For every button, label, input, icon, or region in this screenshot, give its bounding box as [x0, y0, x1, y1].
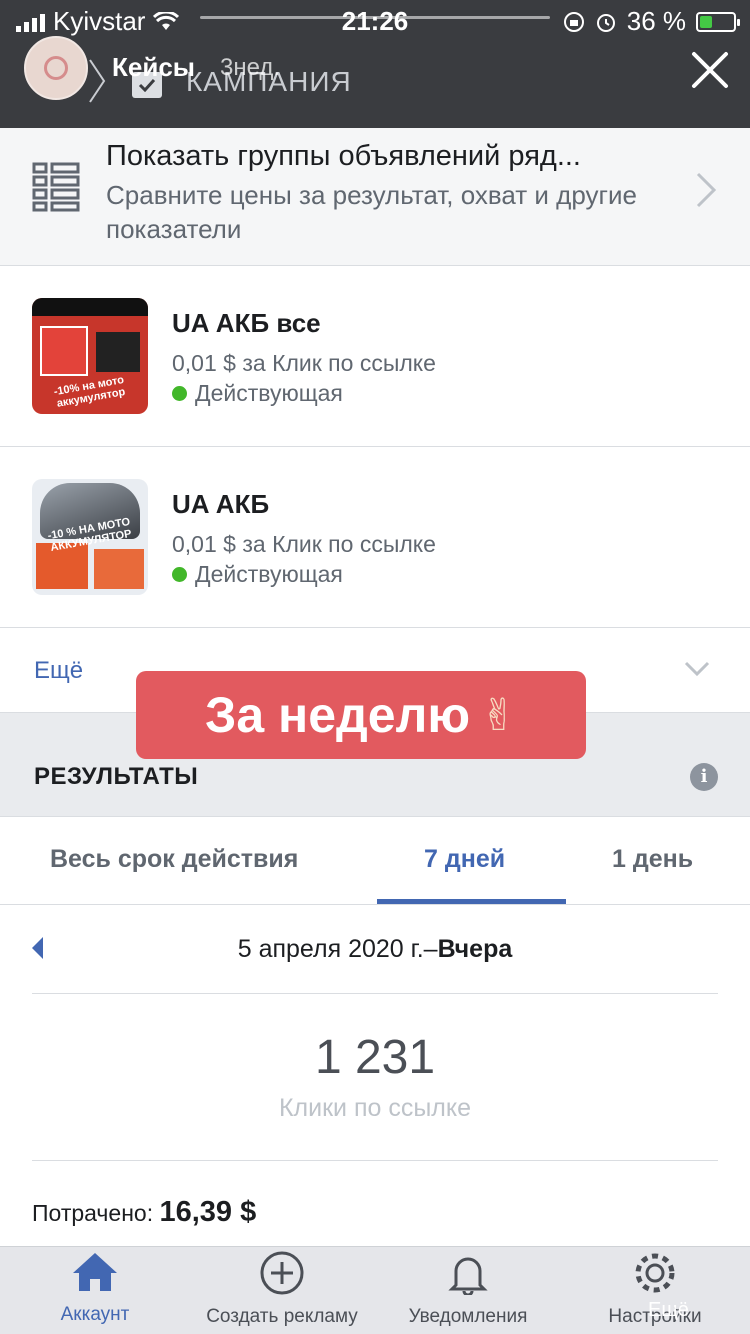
chevron-right-icon [89, 59, 106, 103]
thumbnail-promo-text: -10% на мото аккумулятор [52, 374, 127, 410]
compare-subtitle: Сравните цены за результат, охват и друг… [106, 180, 637, 244]
ad-row[interactable]: -10% на мото аккумулятор UA АКБ все 0,01… [0, 266, 750, 447]
bottom-tab-bar: Аккаунт Создать рекламу Уведомления Наст… [0, 1246, 750, 1334]
story-header: Kyivstar 21:26 36 % КАМПАНИЯ Кейсы 3нед. [0, 0, 750, 128]
story-sticker: За неделю ✌ [136, 671, 586, 759]
tab-notifications-label: Уведомления [408, 1306, 528, 1327]
victory-hand-icon: ✌ [480, 689, 517, 741]
tab-7-days[interactable]: 7 дней [424, 845, 505, 874]
date-range-text: 5 апреля 2020 г.–Вчера [32, 935, 718, 964]
status-bar: Kyivstar 21:26 36 % [0, 0, 750, 40]
more-link[interactable]: Ещё [34, 657, 83, 685]
compare-title: Показать группы объявлений ряд... [106, 140, 581, 172]
tab-1-day[interactable]: 1 день [612, 845, 693, 874]
story-title: Кейсы [112, 52, 195, 82]
ad-status-label: Действующая [195, 561, 343, 587]
info-icon[interactable]: i [690, 763, 718, 791]
date-range-row: 5 апреля 2020 г.–Вчера [32, 905, 718, 994]
chevron-down-icon[interactable] [684, 661, 710, 677]
metric-value: 1 231 [314, 1031, 436, 1084]
rotation-lock-icon [563, 11, 584, 32]
ad-row[interactable]: -10 % НА МОТО АККУМУЛЯТОР UA АКБ 0,01 $ … [0, 447, 750, 628]
sticker-text: За неделю [205, 687, 471, 743]
ad-status: Действующая [172, 380, 343, 407]
ad-thumbnail: -10% на мото аккумулятор [32, 298, 148, 414]
metric-label: Клики по ссылке [278, 1094, 472, 1122]
tab-lifetime[interactable]: Весь срок действия [50, 845, 298, 874]
battery-icon [696, 11, 740, 32]
ad-name: UA АКБ [172, 489, 270, 519]
bell-icon [448, 1257, 488, 1297]
avatar[interactable] [24, 36, 88, 100]
ad-price: 0,01 $ за Клик по ссылке [172, 531, 436, 557]
ad-thumbnail: -10 % НА МОТО АККУМУЛЯТОР [32, 479, 148, 595]
divider [32, 1160, 718, 1161]
close-icon[interactable] [688, 48, 732, 92]
alarm-icon [596, 13, 615, 32]
home-icon [73, 1253, 117, 1291]
gear-icon [635, 1253, 675, 1293]
ad-status-label: Действующая [195, 380, 343, 406]
compare-ad-groups-row[interactable]: Показать группы объявлений ряд... Сравни… [0, 128, 750, 266]
battery-percent: 36 % [626, 6, 686, 36]
date-range-end: Вчера [437, 935, 513, 963]
results-title: РЕЗУЛЬТАТЫ [34, 763, 199, 790]
date-range-start: 5 апреля 2020 г.– [237, 935, 438, 963]
tab-create-ad[interactable]: Создать рекламу [187, 1251, 377, 1328]
chevron-right-icon [696, 172, 717, 208]
status-dot-icon [172, 567, 187, 582]
date-range-tabs: Весь срок действия 7 дней 1 день [0, 817, 750, 905]
story-time: 3нед. [220, 54, 281, 81]
spent-label: Потрачено: [32, 1200, 154, 1226]
tab-account[interactable]: Аккаунт [0, 1251, 190, 1326]
status-dot-icon [172, 386, 187, 401]
ad-status: Действующая [172, 561, 343, 588]
spent-value: 16,39 $ [159, 1196, 257, 1228]
tab-create-ad-label: Создать рекламу [206, 1306, 358, 1327]
active-tab-indicator [377, 899, 566, 904]
ad-name: UA АКБ все [172, 308, 321, 338]
tab-account-label: Аккаунт [60, 1304, 130, 1325]
tab-notifications[interactable]: Уведомления [373, 1251, 563, 1328]
plus-circle-icon [260, 1251, 304, 1295]
ad-price: 0,01 $ за Клик по ссылке [172, 350, 436, 376]
table-list-icon [32, 162, 80, 212]
spent-row: Потрачено: 16,39 $ [32, 1196, 256, 1229]
story-more-label[interactable]: Ещё [648, 1299, 689, 1322]
